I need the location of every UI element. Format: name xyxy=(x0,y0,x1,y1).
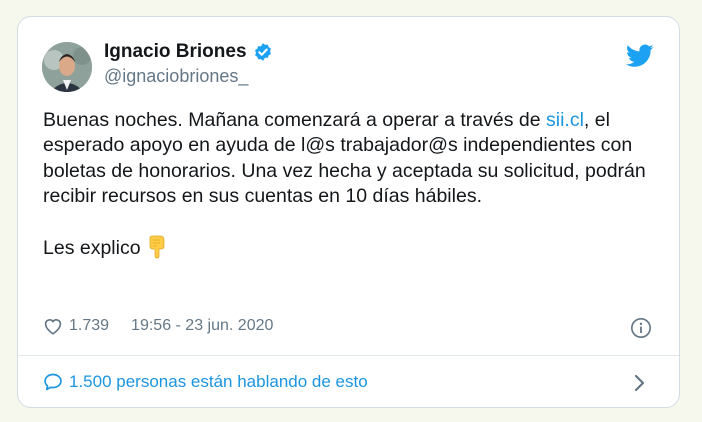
tweet-line1-pre: Buenas noches. Mañana comenzará a operar… xyxy=(43,109,546,131)
author-name[interactable]: Ignacio Briones xyxy=(104,41,247,63)
tweet-body: Buenas noches. Mañana comenzará a operar… xyxy=(43,108,663,210)
tweet-closing-line: Les explico xyxy=(43,235,663,261)
twitter-bird-icon[interactable] xyxy=(626,44,654,68)
tweet-text: Buenas noches. Mañana comenzará a operar… xyxy=(43,108,663,261)
tweet-line1-post: , xyxy=(583,109,590,131)
chevron-right-icon[interactable] xyxy=(632,373,646,393)
tweet-card[interactable]: Ignacio Briones @ignaciobriones_ Buenas … xyxy=(17,16,680,408)
sii-link[interactable]: sii.cl xyxy=(546,109,584,131)
tweet-timestamp[interactable]: 19:56 - 23 jun. 2020 xyxy=(131,317,273,335)
backhand-index-pointing-down-icon xyxy=(149,235,164,259)
verified-badge-icon xyxy=(254,43,271,61)
author-name-row: Ignacio Briones xyxy=(104,41,273,63)
avatar[interactable] xyxy=(42,42,92,92)
tweet-closing: Les explico xyxy=(43,236,141,259)
info-icon[interactable] xyxy=(630,317,652,339)
conversation-link[interactable]: 1.500 personas están hablando de esto xyxy=(43,372,368,392)
tweet-meta: 1.739 19:56 - 23 jun. 2020 xyxy=(43,317,273,335)
heart-icon[interactable] xyxy=(43,317,63,335)
speech-bubble-icon xyxy=(44,373,62,391)
conversation-text[interactable]: 1.500 personas están hablando de esto xyxy=(69,372,368,392)
like-count[interactable]: 1.739 xyxy=(69,317,109,335)
divider xyxy=(18,355,679,356)
author-handle[interactable]: @ignaciobriones_ xyxy=(104,66,248,87)
